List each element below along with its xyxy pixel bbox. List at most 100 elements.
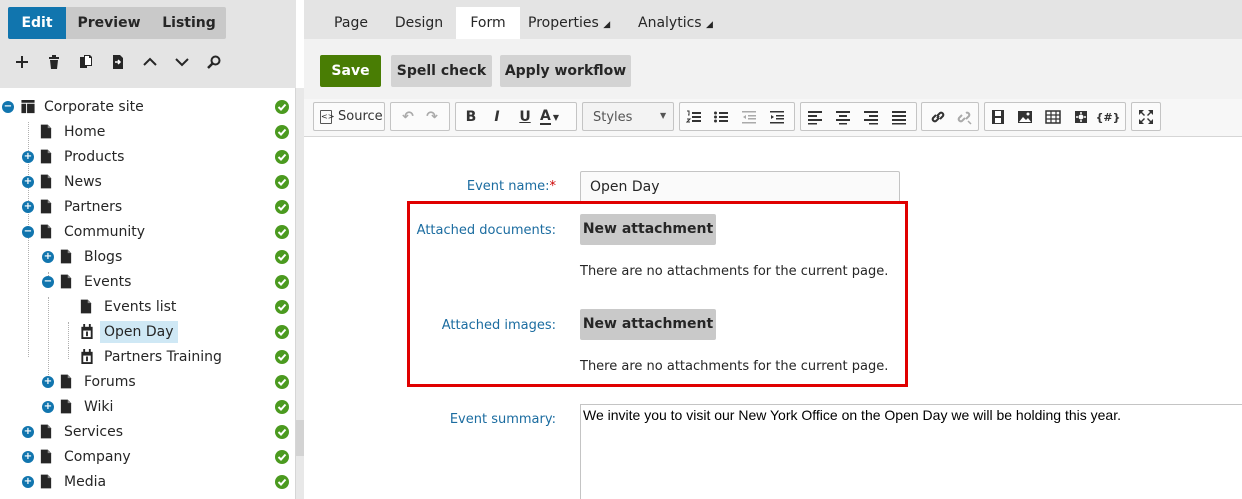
tree-node[interactable]: Partners Training — [0, 346, 296, 368]
collapse-icon[interactable]: − — [42, 276, 54, 288]
expand-icon[interactable]: + — [22, 476, 34, 488]
tree-node[interactable]: + Services — [0, 421, 296, 443]
published-check-icon — [275, 450, 289, 464]
align-left-icon[interactable] — [804, 106, 826, 128]
tree-node-label[interactable]: Wiki — [80, 396, 117, 418]
expand-icon[interactable]: + — [42, 251, 54, 263]
page-icon — [40, 224, 54, 240]
delete-icon[interactable] — [42, 50, 66, 74]
styles-dropdown[interactable]: Styles ▼ — [582, 102, 674, 131]
tree-node[interactable]: + Partners — [0, 196, 296, 218]
spell-check-button[interactable]: Spell check — [391, 55, 492, 87]
source-button[interactable]: <> Source — [313, 102, 385, 131]
tree-node[interactable]: Home — [0, 121, 296, 143]
event-name-label-text: Event name: — [466, 179, 550, 194]
tree-node[interactable]: + Products — [0, 146, 296, 168]
expand-icon[interactable]: + — [42, 376, 54, 388]
up-icon[interactable] — [138, 50, 162, 74]
tree-node-label[interactable]: Company — [60, 446, 135, 468]
save-button[interactable]: Save — [320, 55, 381, 87]
tree-node-label[interactable]: Blogs — [80, 246, 126, 268]
tree-node[interactable]: + Blogs — [0, 246, 296, 268]
published-check-icon — [275, 150, 289, 164]
undo-icon[interactable]: ↶ — [397, 106, 419, 128]
tree-node[interactable]: − Community — [0, 221, 296, 243]
expand-icon[interactable]: + — [22, 426, 34, 438]
tree-node-label[interactable]: Open Day — [100, 321, 178, 343]
down-icon[interactable] — [170, 50, 194, 74]
tree-node-label[interactable]: Products — [60, 146, 128, 168]
tree-node[interactable]: + News — [0, 171, 296, 193]
widget-icon[interactable] — [1070, 106, 1092, 128]
apply-workflow-button[interactable]: Apply workflow — [500, 55, 631, 87]
splitter-grip[interactable] — [296, 420, 304, 456]
collapse-icon[interactable]: − — [2, 101, 14, 113]
maximize-button[interactable] — [1131, 102, 1161, 131]
mode-tab-preview[interactable]: Preview — [66, 7, 152, 39]
tree-node[interactable]: Open Day — [0, 321, 296, 343]
bold-button[interactable]: B — [460, 106, 482, 128]
tree-node-label[interactable]: News — [60, 171, 106, 193]
tree-node-label[interactable]: Events — [80, 271, 135, 293]
expand-icon[interactable]: + — [22, 151, 34, 163]
expand-icon[interactable]: + — [22, 176, 34, 188]
align-right-icon[interactable] — [860, 106, 882, 128]
expand-icon[interactable]: + — [42, 401, 54, 413]
published-check-icon — [275, 225, 289, 239]
mode-tab-edit[interactable]: Edit — [8, 7, 66, 39]
tab-page[interactable]: Page — [322, 7, 380, 39]
link-icon[interactable] — [927, 106, 949, 128]
tree-node[interactable]: + Forums — [0, 371, 296, 393]
macro-button[interactable]: {#} — [1096, 106, 1121, 128]
published-check-icon — [275, 475, 289, 489]
expand-icon[interactable]: + — [22, 451, 34, 463]
tab-form[interactable]: Form — [456, 7, 520, 39]
tree-node[interactable]: Events list — [0, 296, 296, 318]
list-group — [679, 102, 795, 131]
italic-button[interactable]: I — [486, 106, 508, 128]
table-icon[interactable] — [1042, 106, 1064, 128]
unlink-icon[interactable] — [953, 106, 975, 128]
tab-analytics[interactable]: Analytics ◢ — [638, 7, 722, 39]
copy-icon[interactable] — [74, 50, 98, 74]
image-icon[interactable] — [1014, 106, 1036, 128]
bullet-list-icon[interactable] — [710, 106, 732, 128]
add-icon[interactable] — [10, 50, 34, 74]
tree-node-label[interactable]: Services — [60, 421, 127, 443]
tree-node-label[interactable]: Partners — [60, 196, 126, 218]
font-color-button[interactable]: A ▼ — [540, 106, 572, 128]
tree-node-label[interactable]: Community — [60, 221, 149, 243]
numbered-list-icon[interactable] — [683, 106, 705, 128]
move-icon[interactable] — [106, 50, 130, 74]
tab-design[interactable]: Design — [386, 7, 452, 39]
tree-node-label[interactable]: Partners Training — [100, 346, 226, 368]
tree-node-label[interactable]: Corporate site — [40, 96, 148, 118]
site-icon — [20, 99, 35, 115]
tree-node[interactable]: − Corporate site — [0, 96, 296, 118]
tree-node-label[interactable]: Home — [60, 121, 109, 143]
search-icon[interactable] — [202, 50, 226, 74]
align-justify-icon[interactable] — [888, 106, 910, 128]
tree-node[interactable]: − Events — [0, 271, 296, 293]
tree-node[interactable]: + Wiki — [0, 396, 296, 418]
indent-icon[interactable] — [766, 106, 788, 128]
tree-node[interactable]: + Media — [0, 471, 296, 493]
tree-node[interactable]: + Company — [0, 446, 296, 468]
tree-node-label[interactable]: Media — [60, 471, 110, 493]
required-mark: * — [549, 179, 557, 194]
tree-node-label[interactable]: Events list — [100, 296, 180, 318]
tab-properties[interactable]: Properties ◢ — [528, 7, 614, 39]
expand-icon[interactable]: + — [22, 201, 34, 213]
align-center-icon[interactable] — [832, 106, 854, 128]
event-summary-editor[interactable]: We invite you to visit our New York Offi… — [580, 404, 1242, 499]
event-summary-text: We invite you to visit our New York Offi… — [583, 407, 1121, 423]
event-name-input[interactable] — [580, 171, 900, 203]
collapse-icon[interactable]: − — [22, 226, 34, 238]
underline-button[interactable]: U — [514, 106, 536, 128]
outdent-icon[interactable] — [738, 106, 760, 128]
redo-icon[interactable]: ↷ — [421, 106, 443, 128]
published-check-icon — [275, 250, 289, 264]
mode-tab-listing[interactable]: Listing — [152, 7, 226, 39]
media-icon[interactable] — [987, 106, 1009, 128]
tree-node-label[interactable]: Forums — [80, 371, 140, 393]
